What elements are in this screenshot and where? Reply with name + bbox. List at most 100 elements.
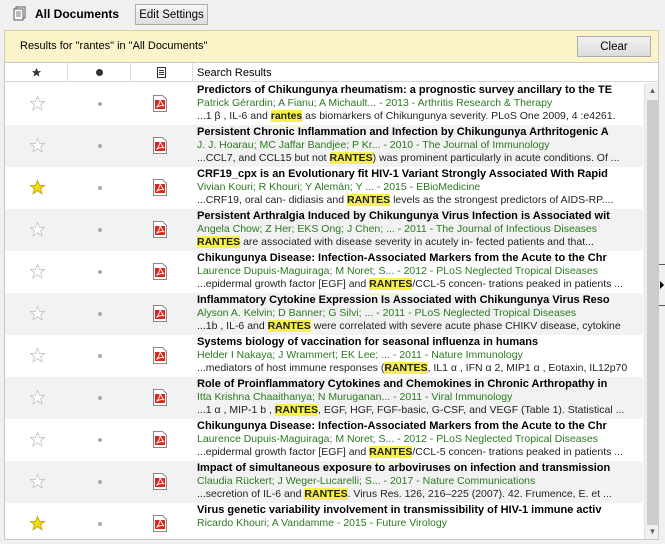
result-details[interactable]: Predictors of Chikungunya rheumatism: a … (197, 84, 643, 123)
table-header: Search Results (5, 63, 658, 82)
snippet-highlight: RANTES (267, 320, 311, 332)
vertical-scrollbar[interactable]: ▲ ▼ (644, 83, 658, 539)
result-details[interactable]: Chikungunya Disease: Infection-Associate… (197, 252, 643, 291)
result-row[interactable]: Inflammatory Cytokine Expression Is Asso… (5, 293, 643, 335)
result-row[interactable]: Persistent Chronic Inflammation and Infe… (5, 125, 643, 167)
snippet-highlight: RANTES (384, 362, 428, 374)
result-row[interactable]: CRF19_cpx is an Evolutionary fit HIV-1 V… (5, 167, 643, 209)
pdf-icon[interactable] (153, 473, 167, 490)
read-status-dot-icon[interactable] (98, 354, 102, 358)
result-details[interactable]: Impact of simultaneous exposure to arbov… (197, 462, 643, 501)
result-authors: Alyson A. Kelvin; D Banner; G Silvi; ...… (197, 307, 577, 319)
star-icon[interactable] (29, 473, 46, 490)
result-title[interactable]: Persistent Arthralgia Induced by Chikung… (197, 210, 643, 223)
column-header-read[interactable] (68, 63, 131, 82)
read-status-dot-icon[interactable] (98, 186, 102, 190)
star-icon[interactable] (29, 305, 46, 322)
scroll-up-arrow-icon[interactable]: ▲ (645, 83, 658, 98)
read-status-dot-icon[interactable] (98, 228, 102, 232)
header-bar: All Documents Edit Settings (0, 0, 665, 30)
star-icon[interactable] (29, 515, 46, 532)
read-status-dot-icon[interactable] (98, 480, 102, 484)
result-title[interactable]: Inflammatory Cytokine Expression Is Asso… (197, 294, 643, 307)
column-header-search-results[interactable]: Search Results (193, 63, 643, 82)
star-icon[interactable] (29, 263, 46, 280)
pdf-icon[interactable] (153, 515, 167, 532)
read-status-dot-icon[interactable] (98, 522, 102, 526)
column-header-starred[interactable] (5, 63, 68, 82)
result-title[interactable]: Role of Proinflammatory Cytokines and Ch… (197, 378, 643, 391)
read-status-dot-icon[interactable] (98, 438, 102, 442)
result-details[interactable]: Persistent Chronic Inflammation and Infe… (197, 126, 643, 165)
result-row[interactable]: Role of Proinflammatory Cytokines and Ch… (5, 377, 643, 419)
star-icon[interactable] (29, 221, 46, 238)
result-title[interactable]: Chikungunya Disease: Infection-Associate… (197, 420, 643, 433)
pdf-icon[interactable] (153, 305, 167, 322)
result-row[interactable]: Predictors of Chikungunya rheumatism: a … (5, 83, 643, 125)
snippet-highlight: RANTES (274, 404, 319, 416)
result-details[interactable]: CRF19_cpx is an Evolutionary fit HIV-1 V… (197, 168, 643, 207)
star-icon (31, 67, 41, 77)
result-title[interactable]: CRF19_cpx is an Evolutionary fit HIV-1 V… (197, 168, 643, 181)
result-title[interactable]: Systems biology of vaccination for seaso… (197, 336, 643, 349)
result-row[interactable]: Chikungunya Disease: Infection-Associate… (5, 251, 643, 293)
read-status-dot-icon[interactable] (98, 144, 102, 148)
result-title[interactable]: Chikungunya Disease: Infection-Associate… (197, 252, 643, 265)
read-status-dot-icon[interactable] (98, 312, 102, 316)
snippet-text: as biomarkers of Chikungunya severity. P… (302, 110, 616, 122)
snippet-text: ...mediators of host immune responses ( (197, 362, 385, 374)
result-title[interactable]: Virus genetic variability involvement in… (197, 504, 643, 517)
read-status-dot-icon[interactable] (98, 396, 102, 400)
star-icon[interactable] (29, 137, 46, 154)
expand-panel-arrow-icon[interactable] (660, 281, 664, 289)
result-authors: Itta Krishna Chaaithanya; N Muruganan...… (197, 391, 513, 403)
star-icon[interactable] (29, 179, 46, 196)
column-header-file[interactable] (131, 63, 193, 82)
result-title[interactable]: Impact of simultaneous exposure to arbov… (197, 462, 643, 475)
star-icon[interactable] (29, 389, 46, 406)
star-icon[interactable] (29, 347, 46, 364)
snippet-highlight: RANTES (304, 488, 348, 500)
result-row[interactable]: Systems biology of vaccination for seaso… (5, 335, 643, 377)
pdf-icon[interactable] (153, 221, 167, 238)
snippet-highlight: RANTES (369, 278, 413, 290)
search-results-banner: Results for "rantes" in "All Documents" … (4, 30, 659, 63)
result-snippet: RANTES are associated with disease sever… (197, 236, 643, 249)
result-row[interactable]: Chikungunya Disease: Infection-Associate… (5, 419, 643, 461)
result-details[interactable]: Systems biology of vaccination for seaso… (197, 336, 643, 375)
pdf-icon[interactable] (153, 347, 167, 364)
result-snippet: ...CRF19, oral can- didiasis and RANTES … (197, 194, 643, 207)
edit-settings-button[interactable]: Edit Settings (135, 4, 208, 25)
pdf-icon[interactable] (153, 137, 167, 154)
snippet-text: ) was prominent particularly in acute co… (372, 152, 620, 164)
result-details[interactable]: Chikungunya Disease: Infection-Associate… (197, 420, 643, 459)
result-details[interactable]: Inflammatory Cytokine Expression Is Asso… (197, 294, 643, 333)
result-details[interactable]: Virus genetic variability involvement in… (197, 504, 643, 539)
scroll-down-arrow-icon[interactable]: ▼ (645, 524, 658, 539)
result-row[interactable]: Virus genetic variability involvement in… (5, 503, 643, 539)
result-snippet: ...1 α , MIP-1 b , RANTES, EGF, HGF, FGF… (197, 404, 643, 417)
pdf-icon[interactable] (153, 431, 167, 448)
result-title[interactable]: Persistent Chronic Inflammation and Infe… (197, 126, 643, 139)
result-details[interactable]: Persistent Arthralgia Induced by Chikung… (197, 210, 643, 249)
result-row[interactable]: Persistent Arthralgia Induced by Chikung… (5, 209, 643, 251)
scrollbar-thumb[interactable] (647, 100, 658, 525)
result-snippet (197, 530, 643, 539)
pdf-icon[interactable] (153, 95, 167, 112)
result-snippet: ...CCL7, and CCL15 but not RANTES) was p… (197, 152, 643, 165)
read-status-dot-icon[interactable] (98, 270, 102, 274)
read-status-dot-icon[interactable] (98, 102, 102, 106)
result-row[interactable]: Impact of simultaneous exposure to arbov… (5, 461, 643, 503)
pdf-icon[interactable] (153, 179, 167, 196)
pdf-icon[interactable] (153, 389, 167, 406)
snippet-text: ...CRF19, oral can- didiasis and (197, 194, 347, 206)
star-icon[interactable] (29, 95, 46, 112)
result-details[interactable]: Role of Proinflammatory Cytokines and Ch… (197, 378, 643, 417)
result-title[interactable]: Predictors of Chikungunya rheumatism: a … (197, 84, 643, 97)
results-table: Search Results Predictors of Chikungunya… (4, 62, 659, 540)
snippet-text: ...epidermal growth factor [EGF] and (197, 278, 370, 290)
pdf-icon[interactable] (153, 263, 167, 280)
clear-search-button[interactable]: Clear (577, 36, 651, 57)
dot-icon (95, 69, 103, 76)
star-icon[interactable] (29, 431, 46, 448)
